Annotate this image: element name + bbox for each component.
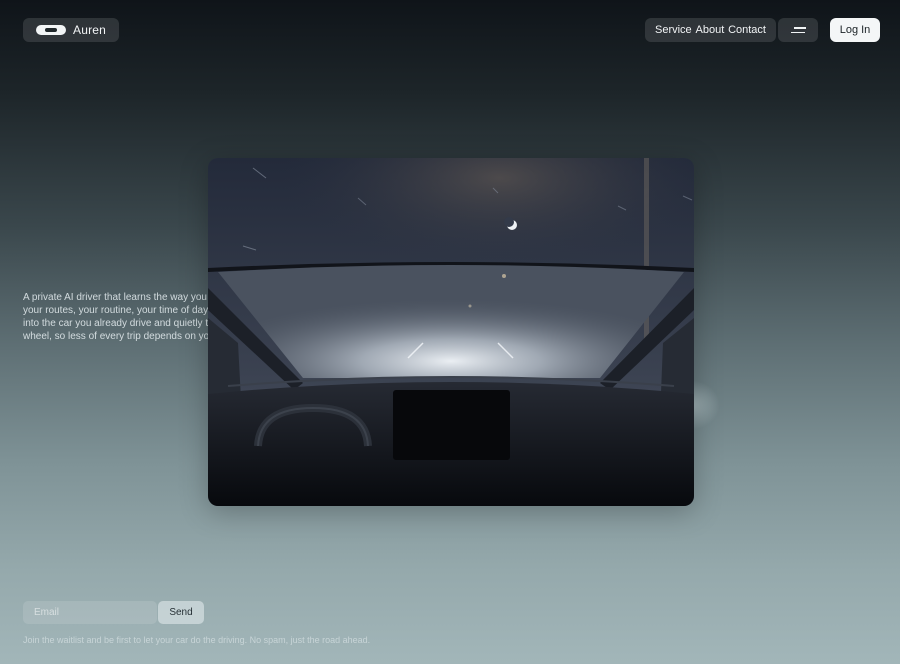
intro-line: A private AI driver that learns the way …: [23, 292, 213, 303]
main-nav: Service About Contact: [645, 18, 776, 42]
waitlist-footnote: Join the waitlist and be first to let yo…: [23, 635, 371, 645]
intro-line: wheel, so less of every trip depends on …: [23, 331, 213, 342]
hero-image: [208, 158, 694, 506]
intro-text: A private AI driver that learns the way …: [23, 291, 213, 343]
brand-logo[interactable]: Auren: [23, 18, 119, 42]
intro-line: your routes, your routine, your time of …: [23, 305, 213, 316]
nav-link-service[interactable]: Service: [655, 24, 692, 36]
menu-icon: [793, 27, 806, 29]
edge-glow: [690, 380, 720, 430]
brand-name: Auren: [73, 23, 107, 37]
login-button[interactable]: Log In: [830, 18, 880, 42]
menu-button[interactable]: [778, 18, 818, 42]
nav-link-about[interactable]: About: [696, 24, 725, 36]
email-input[interactable]: [23, 601, 157, 624]
nav-link-contact[interactable]: Contact: [728, 24, 766, 36]
car-interior-night-image: [208, 158, 694, 506]
logo-icon: [36, 25, 66, 35]
send-button[interactable]: Send: [158, 601, 204, 624]
intro-line: into the car you already drive and quiet…: [23, 318, 213, 329]
